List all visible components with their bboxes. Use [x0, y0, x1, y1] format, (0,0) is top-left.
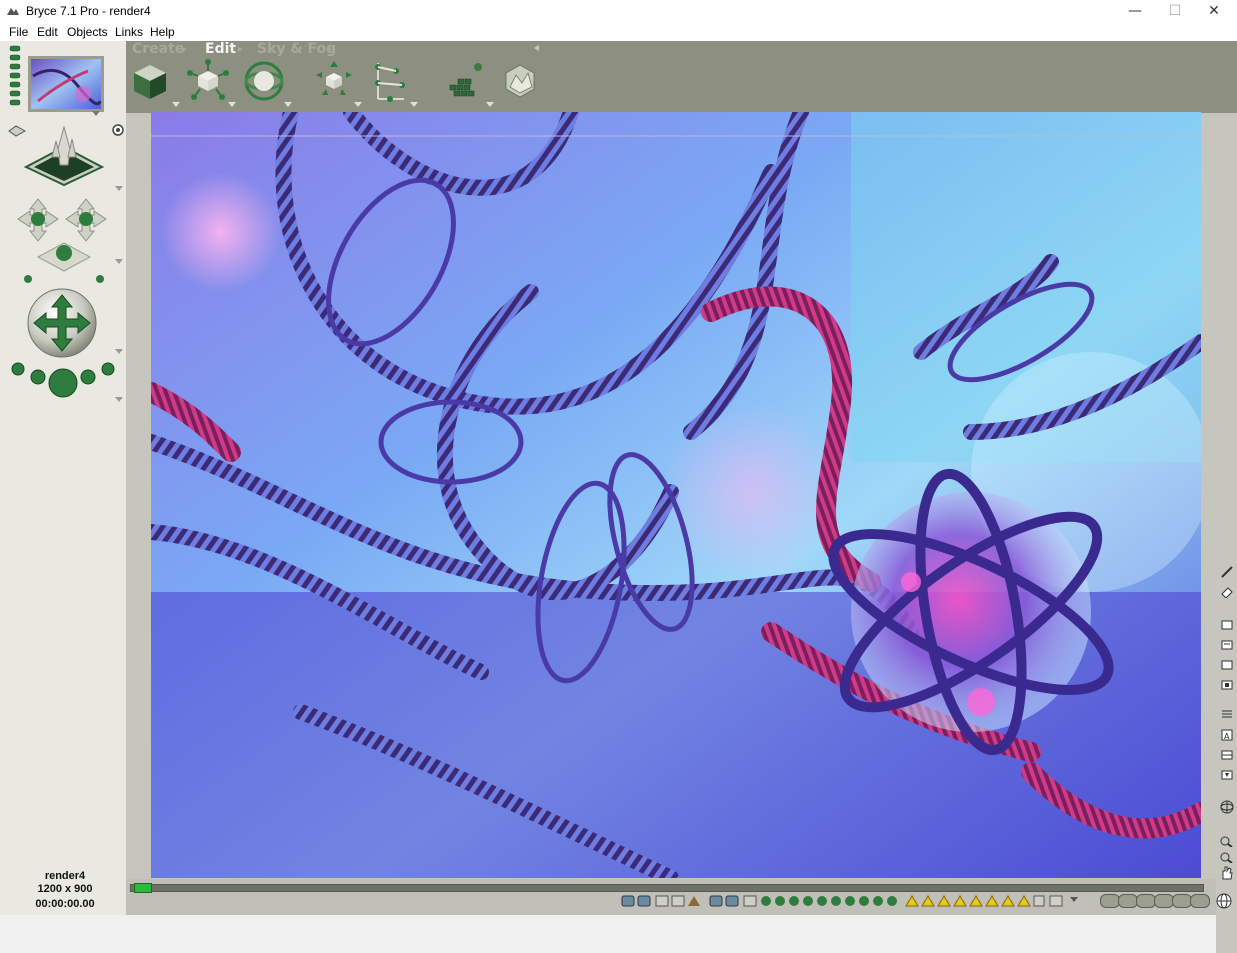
randomize-icon: [449, 63, 482, 97]
step-forward-button[interactable]: [1172, 894, 1192, 908]
zoom-options-arrow[interactable]: [115, 397, 123, 402]
collapse-arrow-icon[interactable]: [534, 45, 539, 51]
material-options-arrow[interactable]: [172, 102, 180, 107]
nano-preview-thumbnail[interactable]: [28, 56, 104, 112]
material-cube-icon: [134, 65, 166, 99]
resize-tool[interactable]: [186, 59, 236, 109]
bryce-app-icon: [7, 8, 19, 15]
document-resolution: 1200 x 900: [37, 883, 93, 895]
tab-create[interactable]: Create: [132, 41, 184, 57]
globe-icon[interactable]: [1216, 893, 1232, 909]
animation-timeline[interactable]: [130, 884, 1204, 892]
material-editor-tool[interactable]: [130, 59, 180, 109]
close-button[interactable]: ✕: [1191, 0, 1237, 23]
terrain-editor-tool[interactable]: [498, 59, 548, 109]
view-square-icon[interactable]: [1220, 619, 1234, 631]
render-canvas[interactable]: [151, 112, 1201, 878]
trackball-options-arrow[interactable]: [115, 349, 123, 354]
right-tool-strip: A: [1216, 113, 1237, 953]
document-info: render4 1200 x 900 00:00:00.00: [0, 870, 130, 911]
randomize-tool[interactable]: [444, 59, 494, 109]
center-target-icon[interactable]: [112, 124, 124, 136]
randomize-options-arrow[interactable]: [486, 102, 494, 107]
menu-objects[interactable]: Objects: [67, 25, 108, 39]
view-card-icon[interactable]: [1220, 639, 1234, 651]
rotate-tool[interactable]: [242, 59, 292, 109]
eraser-icon[interactable]: [1220, 586, 1234, 598]
reposition-tool[interactable]: [312, 59, 362, 109]
camera-options-arrow[interactable]: [115, 186, 123, 191]
rewind-button[interactable]: [1100, 894, 1120, 908]
render-lines-icon[interactable]: [1220, 708, 1234, 720]
stop-button[interactable]: [1136, 894, 1156, 908]
edit-toolbar: Create ▸ Edit ▸ Sky & Fog ▸: [126, 41, 1237, 113]
rotate-icon: [244, 61, 284, 101]
view-doc-icon[interactable]: [1220, 659, 1234, 671]
zoom-in-icon[interactable]: [1219, 835, 1235, 847]
download-icon[interactable]: [1220, 769, 1234, 781]
camera-z-control[interactable]: [32, 239, 96, 275]
document-name: render4: [44, 870, 86, 882]
menu-bar: File Edit Objects Links Help: [0, 23, 1237, 41]
camera-dots[interactable]: [20, 273, 110, 285]
selection-palette[interactable]: [620, 893, 1080, 909]
menu-help[interactable]: Help: [150, 25, 175, 39]
paintbrush-icon[interactable]: [1220, 565, 1234, 579]
camera-platform-trackball[interactable]: [24, 119, 104, 189]
step-back-button[interactable]: [1118, 894, 1138, 908]
menu-links[interactable]: Links: [115, 25, 143, 39]
play-button[interactable]: [1154, 894, 1174, 908]
align-options-arrow[interactable]: [410, 102, 418, 107]
svg-text:A: A: [1224, 732, 1230, 741]
hand-pan-icon[interactable]: [1219, 865, 1235, 881]
reposition-options-arrow[interactable]: [354, 102, 362, 107]
view-box-icon[interactable]: [1220, 679, 1234, 691]
align-tool[interactable]: [368, 59, 418, 109]
tab-separator-icon: ▸: [238, 44, 244, 55]
fast-forward-button[interactable]: [1190, 894, 1210, 908]
camera-trackball[interactable]: [26, 287, 98, 359]
tab-edit[interactable]: Edit: [205, 41, 236, 57]
menu-file[interactable]: File: [9, 25, 28, 39]
window-title: Bryce 7.1 Pro - render4: [26, 4, 151, 18]
control-palette: [0, 41, 126, 915]
sphere-wire-icon[interactable]: [1219, 799, 1235, 815]
tab-sky-fog[interactable]: Sky & Fog: [257, 41, 336, 57]
rotate-options-arrow[interactable]: [284, 102, 292, 107]
preview-options-arrow[interactable]: [92, 111, 100, 116]
align-icon: [375, 63, 405, 102]
zoom-out-icon[interactable]: [1219, 851, 1235, 863]
zoom-controls[interactable]: [8, 359, 118, 399]
tab-separator-icon: ▸: [327, 44, 333, 55]
view-control-dots[interactable]: [8, 45, 24, 111]
document-time: 00:00:00.00: [35, 898, 95, 910]
resize-options-arrow[interactable]: [228, 102, 236, 107]
resize-icon: [187, 59, 229, 100]
title-bar: Bryce 7.1 Pro - render4 — ☐ ✕: [0, 0, 1237, 24]
terrain-editor-icon: [505, 64, 535, 98]
timeline-scrubber[interactable]: [134, 883, 152, 893]
reposition-icon: [316, 61, 352, 95]
tab-separator-icon: ▸: [182, 44, 188, 55]
camera-cross-controls[interactable]: [10, 197, 114, 245]
menu-edit[interactable]: Edit: [37, 25, 58, 39]
text-a-icon[interactable]: A: [1220, 729, 1234, 741]
stack-icon[interactable]: [1220, 749, 1234, 761]
cross-options-arrow[interactable]: [115, 259, 123, 264]
rendered-scene-image: [151, 112, 1201, 878]
